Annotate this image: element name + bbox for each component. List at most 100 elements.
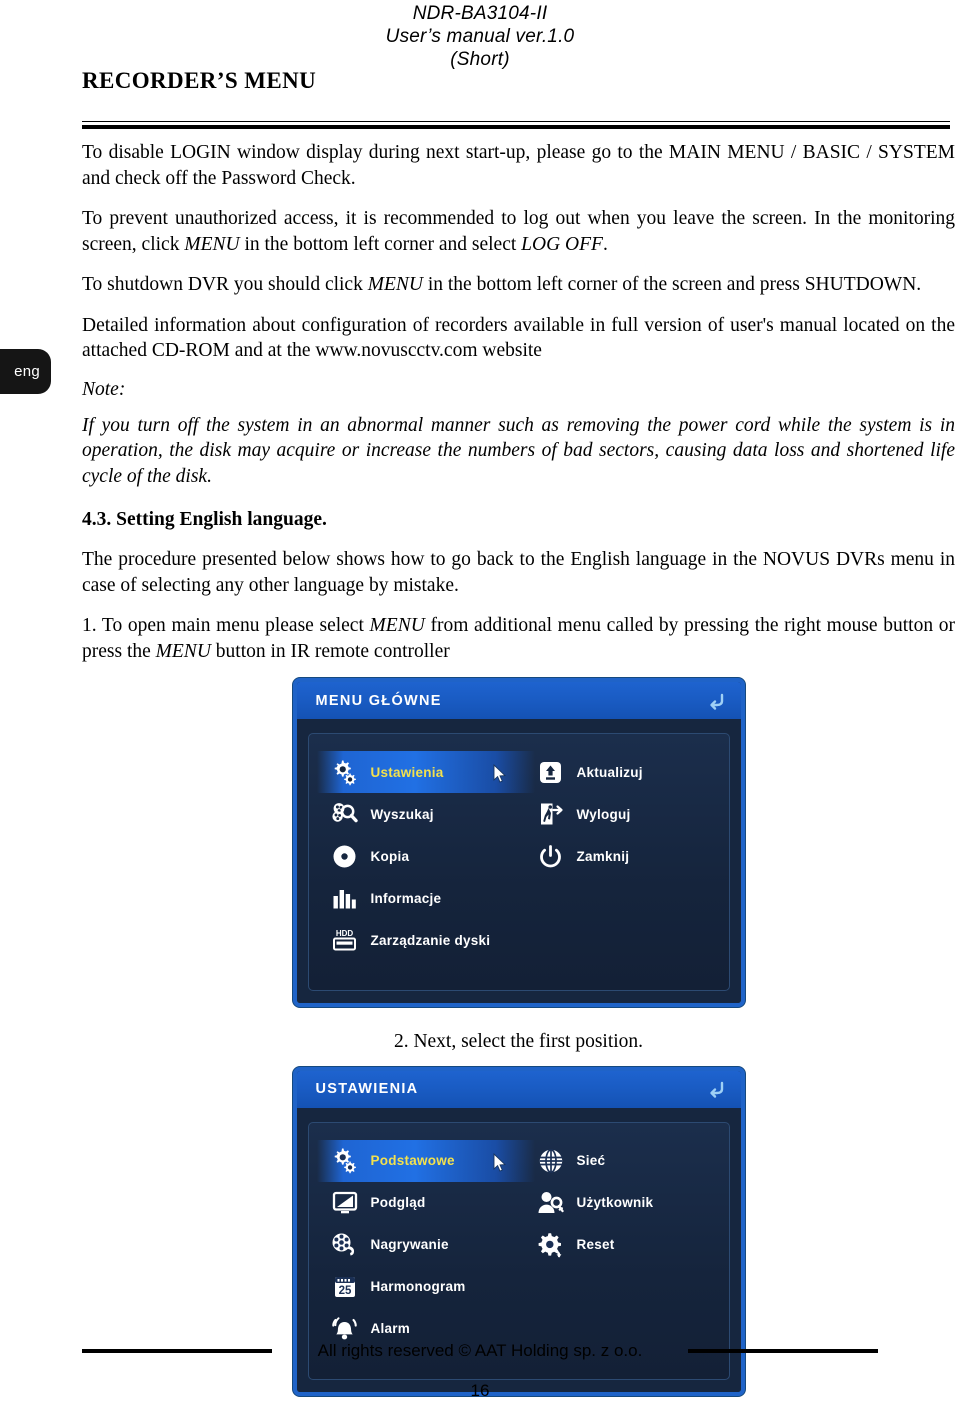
bar-chart-icon bbox=[331, 884, 359, 912]
back-arrow-icon[interactable] bbox=[707, 1079, 727, 1099]
menu-item-label: Użytkownik bbox=[576, 1195, 654, 1210]
back-arrow-icon[interactable] bbox=[707, 691, 727, 711]
film-reel-icon bbox=[331, 1231, 359, 1259]
globe-icon bbox=[537, 1147, 565, 1175]
header-divider bbox=[82, 121, 950, 129]
section-heading: 4.3. Setting English language. bbox=[82, 509, 327, 530]
dvr-titlebar: MENU GŁÓWNE bbox=[296, 682, 741, 719]
hdd-icon: HDD bbox=[331, 926, 359, 954]
document-identification: NDR-BA3104-II User’s manual ver.1.0 (Sho… bbox=[0, 2, 960, 71]
dvr-titlebar: USTAWIENIA bbox=[296, 1070, 741, 1108]
menu-item-label: Reset bbox=[576, 1237, 615, 1252]
menu-item-informacje[interactable]: Informacje bbox=[317, 877, 519, 919]
inline-menu-term: MENU bbox=[367, 274, 423, 295]
paragraph-text: in the bottom left corner and select bbox=[239, 233, 522, 255]
menu-item-wyloguj[interactable]: Wyloguj bbox=[523, 793, 729, 835]
paragraph-prevent-access: To prevent unauthorized access, it is re… bbox=[82, 206, 955, 257]
menu-item-label: Podgląd bbox=[370, 1195, 426, 1210]
note-label: Note: bbox=[82, 378, 126, 400]
figure-main-menu: MENU GŁÓWNE Ustawienia Wyszukaj Kopia In… bbox=[82, 678, 955, 1007]
language-tab-label: eng bbox=[14, 363, 40, 380]
menu-item-podstawowe[interactable]: Podstawowe bbox=[316, 1139, 535, 1182]
calendar-day-number: 25 bbox=[338, 1285, 351, 1297]
mouse-cursor-icon bbox=[493, 1152, 506, 1172]
mouse-cursor-icon bbox=[493, 764, 506, 783]
chapter-title: RECORDER’S MENU bbox=[82, 68, 317, 93]
dvr-main-menu-window: MENU GŁÓWNE Ustawienia Wyszukaj Kopia In… bbox=[292, 678, 745, 1007]
logout-door-icon bbox=[537, 800, 565, 828]
paragraph-text: button in IR remote controller bbox=[210, 640, 450, 662]
paragraph-detailed-info: Detailed information about configuration… bbox=[82, 313, 955, 364]
dvr-menu-panel: Ustawienia Wyszukaj Kopia Informacje HDD… bbox=[307, 733, 730, 991]
menu-item-label: Harmonogram bbox=[370, 1279, 466, 1294]
menu-item-label: Sieć bbox=[576, 1153, 606, 1168]
dvr-left-column: Ustawienia Wyszukaj Kopia Informacje HDD… bbox=[309, 751, 535, 961]
menu-item-label: Informacje bbox=[370, 890, 442, 906]
menu-item-podglad[interactable]: Podgląd bbox=[317, 1182, 519, 1224]
inline-logoff-term: LOG OFF bbox=[521, 233, 603, 255]
manual-version: User’s manual ver.1.0 bbox=[385, 26, 575, 47]
svg-text:HDD: HDD bbox=[336, 929, 354, 938]
menu-item-label: Wyszukaj bbox=[370, 806, 434, 822]
gear-reset-icon bbox=[537, 1231, 565, 1259]
menu-item-label: Kopia bbox=[370, 848, 410, 864]
menu-item-label: Nagrywanie bbox=[370, 1237, 449, 1252]
monitor-icon bbox=[331, 1189, 359, 1217]
search-film-icon bbox=[331, 800, 359, 828]
menu-item-reset[interactable]: Reset bbox=[523, 1224, 729, 1266]
menu-item-uzytkownik[interactable]: Użytkownik bbox=[523, 1182, 729, 1224]
menu-item-nagrywanie[interactable]: Nagrywanie bbox=[317, 1224, 519, 1266]
dvr-window-title: MENU GŁÓWNE bbox=[315, 692, 442, 709]
paragraph-text: Detailed information about configuration… bbox=[82, 314, 955, 362]
paragraph-text: 1. To open main menu please select bbox=[82, 615, 370, 636]
gears-icon bbox=[331, 1147, 359, 1175]
menu-item-label: Aktualizuj bbox=[576, 764, 643, 780]
footer-copyright: All rights reserved © AAT Holding sp. z … bbox=[317, 1341, 643, 1360]
footer-rule-left bbox=[82, 1349, 272, 1353]
paragraph-text: in the bottom left corner of the screen … bbox=[422, 274, 922, 295]
upgrade-usb-icon bbox=[537, 758, 565, 786]
menu-item-label: Zamknij bbox=[576, 848, 630, 864]
menu-item-harmonogram[interactable]: 25 Harmonogram bbox=[317, 1266, 519, 1308]
paragraph-text: To disable LOGIN window display during n… bbox=[82, 142, 955, 189]
menu-item-label: Podstawowe bbox=[370, 1153, 455, 1168]
paragraph-disable-login: To disable LOGIN window display during n… bbox=[82, 140, 955, 191]
footer-line: All rights reserved © AAT Holding sp. z … bbox=[82, 1341, 878, 1361]
paragraph-text: To shutdown DVR you should click bbox=[82, 274, 368, 295]
paragraph-text: The procedure presented below shows how … bbox=[82, 549, 955, 596]
page-number: 16 bbox=[470, 1381, 490, 1400]
menu-item-kopia[interactable]: Kopia bbox=[317, 835, 519, 877]
paragraph-text: . bbox=[602, 233, 608, 255]
page-content: To disable LOGIN window display during n… bbox=[82, 140, 955, 1396]
paragraph-shutdown: To shutdown DVR you should click MENU in… bbox=[82, 272, 955, 298]
calendar-icon: 25 bbox=[331, 1273, 359, 1301]
page-footer: All rights reserved © AAT Holding sp. z … bbox=[0, 1309, 960, 1401]
inline-menu-term: MENU bbox=[184, 233, 240, 255]
language-tab: eng bbox=[0, 349, 51, 394]
note-body: If you turn off the system in an abnorma… bbox=[82, 414, 955, 487]
menu-item-aktualizuj[interactable]: Aktualizuj bbox=[523, 751, 729, 793]
menu-item-label: Ustawienia bbox=[370, 764, 444, 780]
paragraph-procedure-intro: The procedure presented below shows how … bbox=[82, 547, 955, 598]
footer-rule-right bbox=[688, 1349, 878, 1353]
dvr-body: Ustawienia Wyszukaj Kopia Informacje HDD… bbox=[296, 719, 741, 1003]
menu-item-wyszukaj[interactable]: Wyszukaj bbox=[317, 793, 519, 835]
power-icon bbox=[537, 842, 565, 870]
menu-item-label: Zarządzanie dyski bbox=[370, 932, 491, 948]
menu-item-siec[interactable]: Sieć bbox=[523, 1140, 729, 1182]
header-rule-thick bbox=[82, 125, 950, 129]
menu-item-zarzadzanie-dyski[interactable]: HDD Zarządzanie dyski bbox=[317, 919, 519, 961]
model-number: NDR-BA3104-II bbox=[412, 3, 548, 24]
disc-icon bbox=[331, 842, 359, 870]
dvr-window-title: USTAWIENIA bbox=[315, 1081, 419, 1097]
inline-menu-term: MENU bbox=[369, 615, 425, 636]
menu-item-ustawienia[interactable]: Ustawienia bbox=[316, 751, 535, 793]
inline-menu-term: MENU bbox=[155, 640, 211, 662]
user-key-icon bbox=[537, 1189, 565, 1217]
menu-item-label: Wyloguj bbox=[576, 806, 631, 822]
paragraph-text: 2. Next, select the first position. bbox=[393, 1031, 644, 1052]
page-header: NDR-BA3104-II User’s manual ver.1.0 (Sho… bbox=[0, 0, 960, 129]
menu-item-zamknij[interactable]: Zamknij bbox=[523, 835, 729, 877]
gears-icon bbox=[331, 758, 359, 786]
step-2: 2. Next, select the first position. bbox=[82, 1029, 955, 1055]
